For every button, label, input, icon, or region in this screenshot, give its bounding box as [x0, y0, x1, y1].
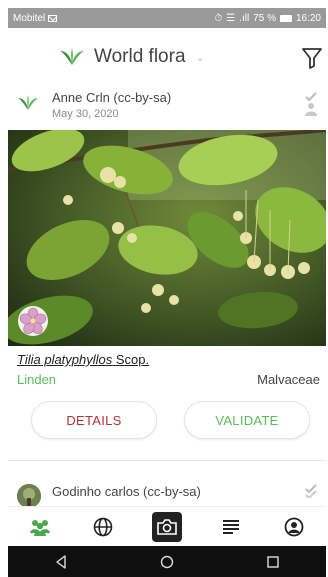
- bottom-navigation: [8, 506, 326, 546]
- battery-percent: 75 %: [253, 12, 276, 24]
- nav-community[interactable]: [25, 512, 55, 542]
- author-name: Godinho carlos (cc-by-sa): [52, 484, 201, 499]
- nav-explore[interactable]: [88, 512, 118, 542]
- scientific-name[interactable]: Tilia platyphyllos Scop.: [17, 352, 149, 367]
- leaf-logo-icon: [60, 48, 84, 65]
- species-name: Tilia platyphyllos: [17, 352, 113, 367]
- species-author: Scop.: [115, 352, 150, 367]
- divider: [8, 460, 326, 461]
- profile-icon: [284, 517, 304, 536]
- alarm-icon: ⏱: [214, 12, 223, 24]
- flora-selector[interactable]: World flora ⌄: [58, 46, 205, 68]
- signal-strength: .ıll: [239, 12, 250, 24]
- nav-list[interactable]: [216, 512, 246, 542]
- camera-icon: [157, 518, 177, 535]
- community-icon: [29, 519, 50, 536]
- app-header: World flora ⌄: [8, 38, 326, 80]
- clock: 16:20: [295, 12, 321, 24]
- family-name: Malvaceae: [257, 372, 320, 387]
- mail-notification-icon: [48, 14, 58, 22]
- observation-author-row[interactable]: Anne Crln (cc-by-sa) May 30, 2020: [8, 86, 326, 126]
- leaf-avatar-icon: [17, 95, 39, 110]
- linden-photo-image: [8, 130, 326, 346]
- battery-icon: [279, 14, 292, 22]
- wifi-icon: ☰: [226, 12, 236, 24]
- system-navigation-bar: [8, 546, 326, 577]
- camera-button[interactable]: [151, 511, 182, 542]
- validate-button[interactable]: VALIDATE: [184, 401, 310, 439]
- nav-profile[interactable]: [279, 512, 309, 542]
- filter-icon[interactable]: [302, 47, 322, 69]
- recents-icon[interactable]: [266, 555, 280, 569]
- next-observation-author-row[interactable]: Godinho carlos (cc-by-sa): [8, 478, 326, 508]
- observation-date: May 30, 2020: [52, 108, 119, 120]
- avatar: [17, 484, 41, 508]
- flower-icon: [18, 306, 48, 336]
- observation-photo[interactable]: [8, 130, 326, 346]
- globe-icon: [94, 517, 113, 536]
- validation-status-icon: [305, 92, 317, 116]
- page-title: World flora: [94, 46, 186, 67]
- author-name: Anne Crln (cc-by-sa): [52, 90, 172, 105]
- validation-status-icon: [305, 484, 317, 498]
- nav-identify[interactable]: [151, 511, 182, 542]
- details-button[interactable]: DETAILS: [31, 401, 157, 439]
- list-icon: [222, 519, 239, 534]
- back-icon[interactable]: [54, 554, 68, 569]
- chevron-down-icon: ⌄: [195, 51, 205, 64]
- common-name: Linden: [17, 372, 57, 387]
- status-bar: Mobitel ⏱ ☰ .ıll 75 % 16:20: [8, 8, 326, 28]
- home-icon[interactable]: [160, 555, 174, 569]
- carrier-name: Mobitel: [13, 12, 46, 24]
